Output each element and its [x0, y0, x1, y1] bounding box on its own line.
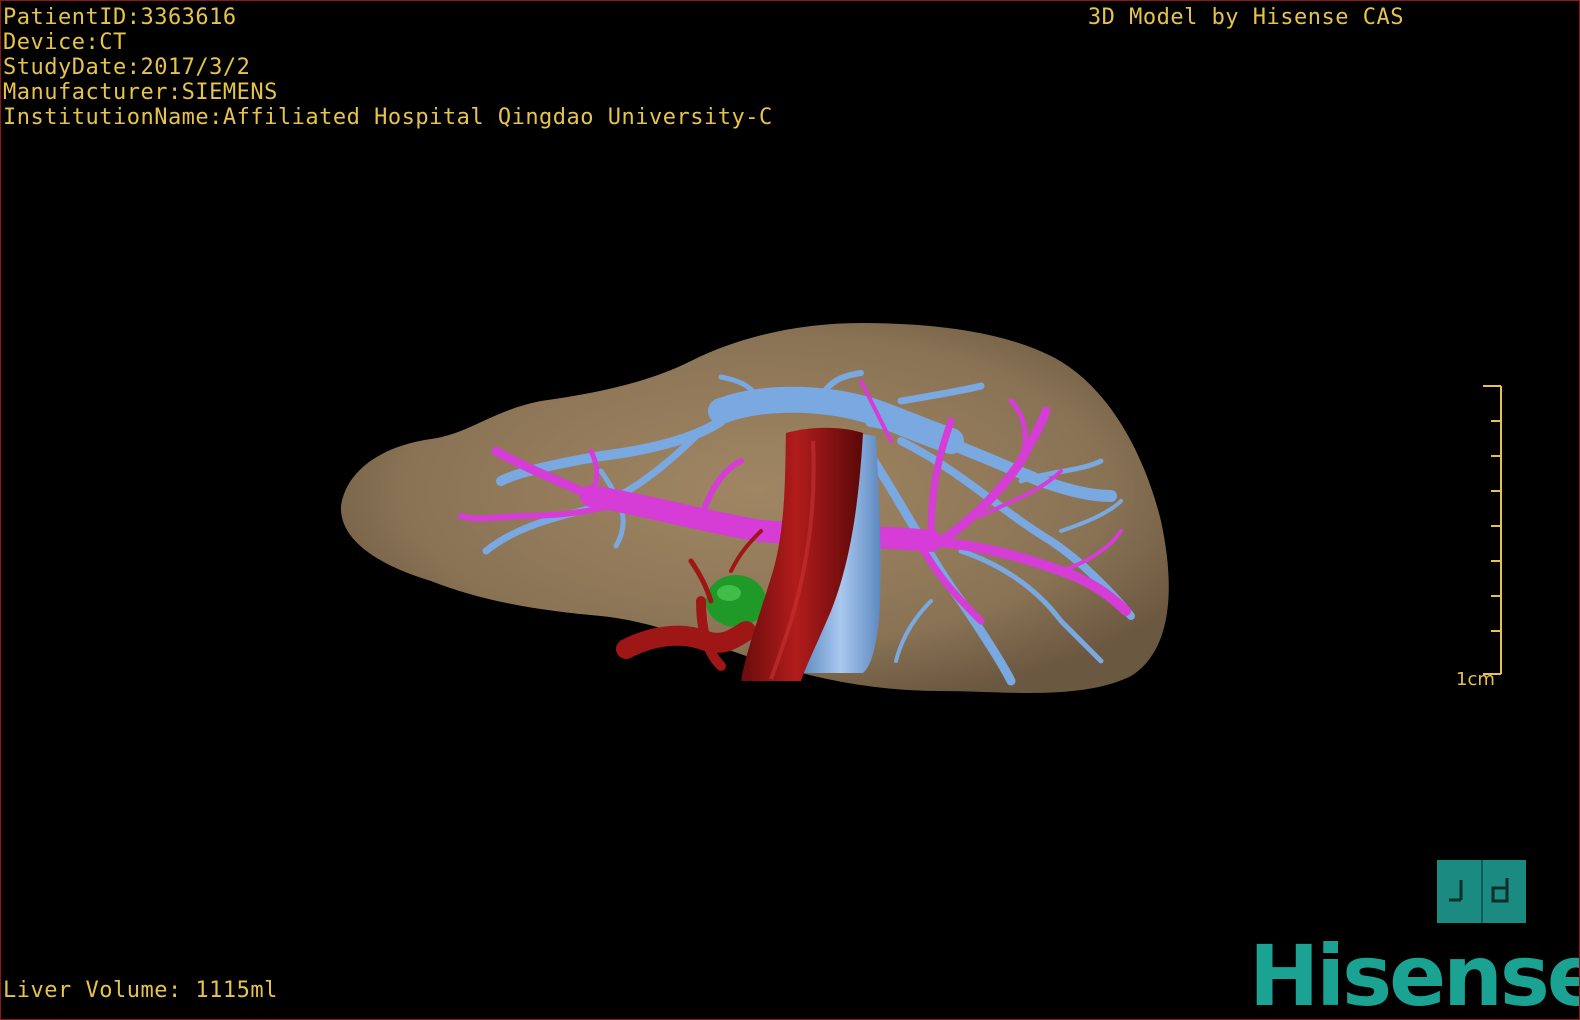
liver-volume-text: Liver Volume: 1115ml [3, 978, 278, 1003]
gallbladder [706, 575, 766, 627]
device-text: Device:CT [3, 30, 127, 55]
3d-viewer[interactable]: PatientID:3363616 Device:CT StudyDate:20… [0, 0, 1580, 1020]
study-date-text: StudyDate:2017/3/2 [3, 55, 251, 80]
model-credit-text: 3D Model by Hisense CAS [1087, 5, 1404, 30]
view-toggle-icon [1449, 860, 1509, 923]
liver-3d-model[interactable] [1, 1, 1580, 1020]
manufacturer-text: Manufacturer:SIEMENS [3, 80, 278, 105]
view-toggle-button[interactable] [1437, 860, 1526, 923]
scale-bar [1483, 385, 1502, 675]
institution-text: InstitutionName:Affiliated Hospital Qing… [3, 105, 773, 130]
scale-label: 1cm [1456, 669, 1495, 690]
hisense-logo: Hisense [1249, 927, 1580, 1020]
patient-id-text: PatientID:3363616 [3, 5, 237, 30]
